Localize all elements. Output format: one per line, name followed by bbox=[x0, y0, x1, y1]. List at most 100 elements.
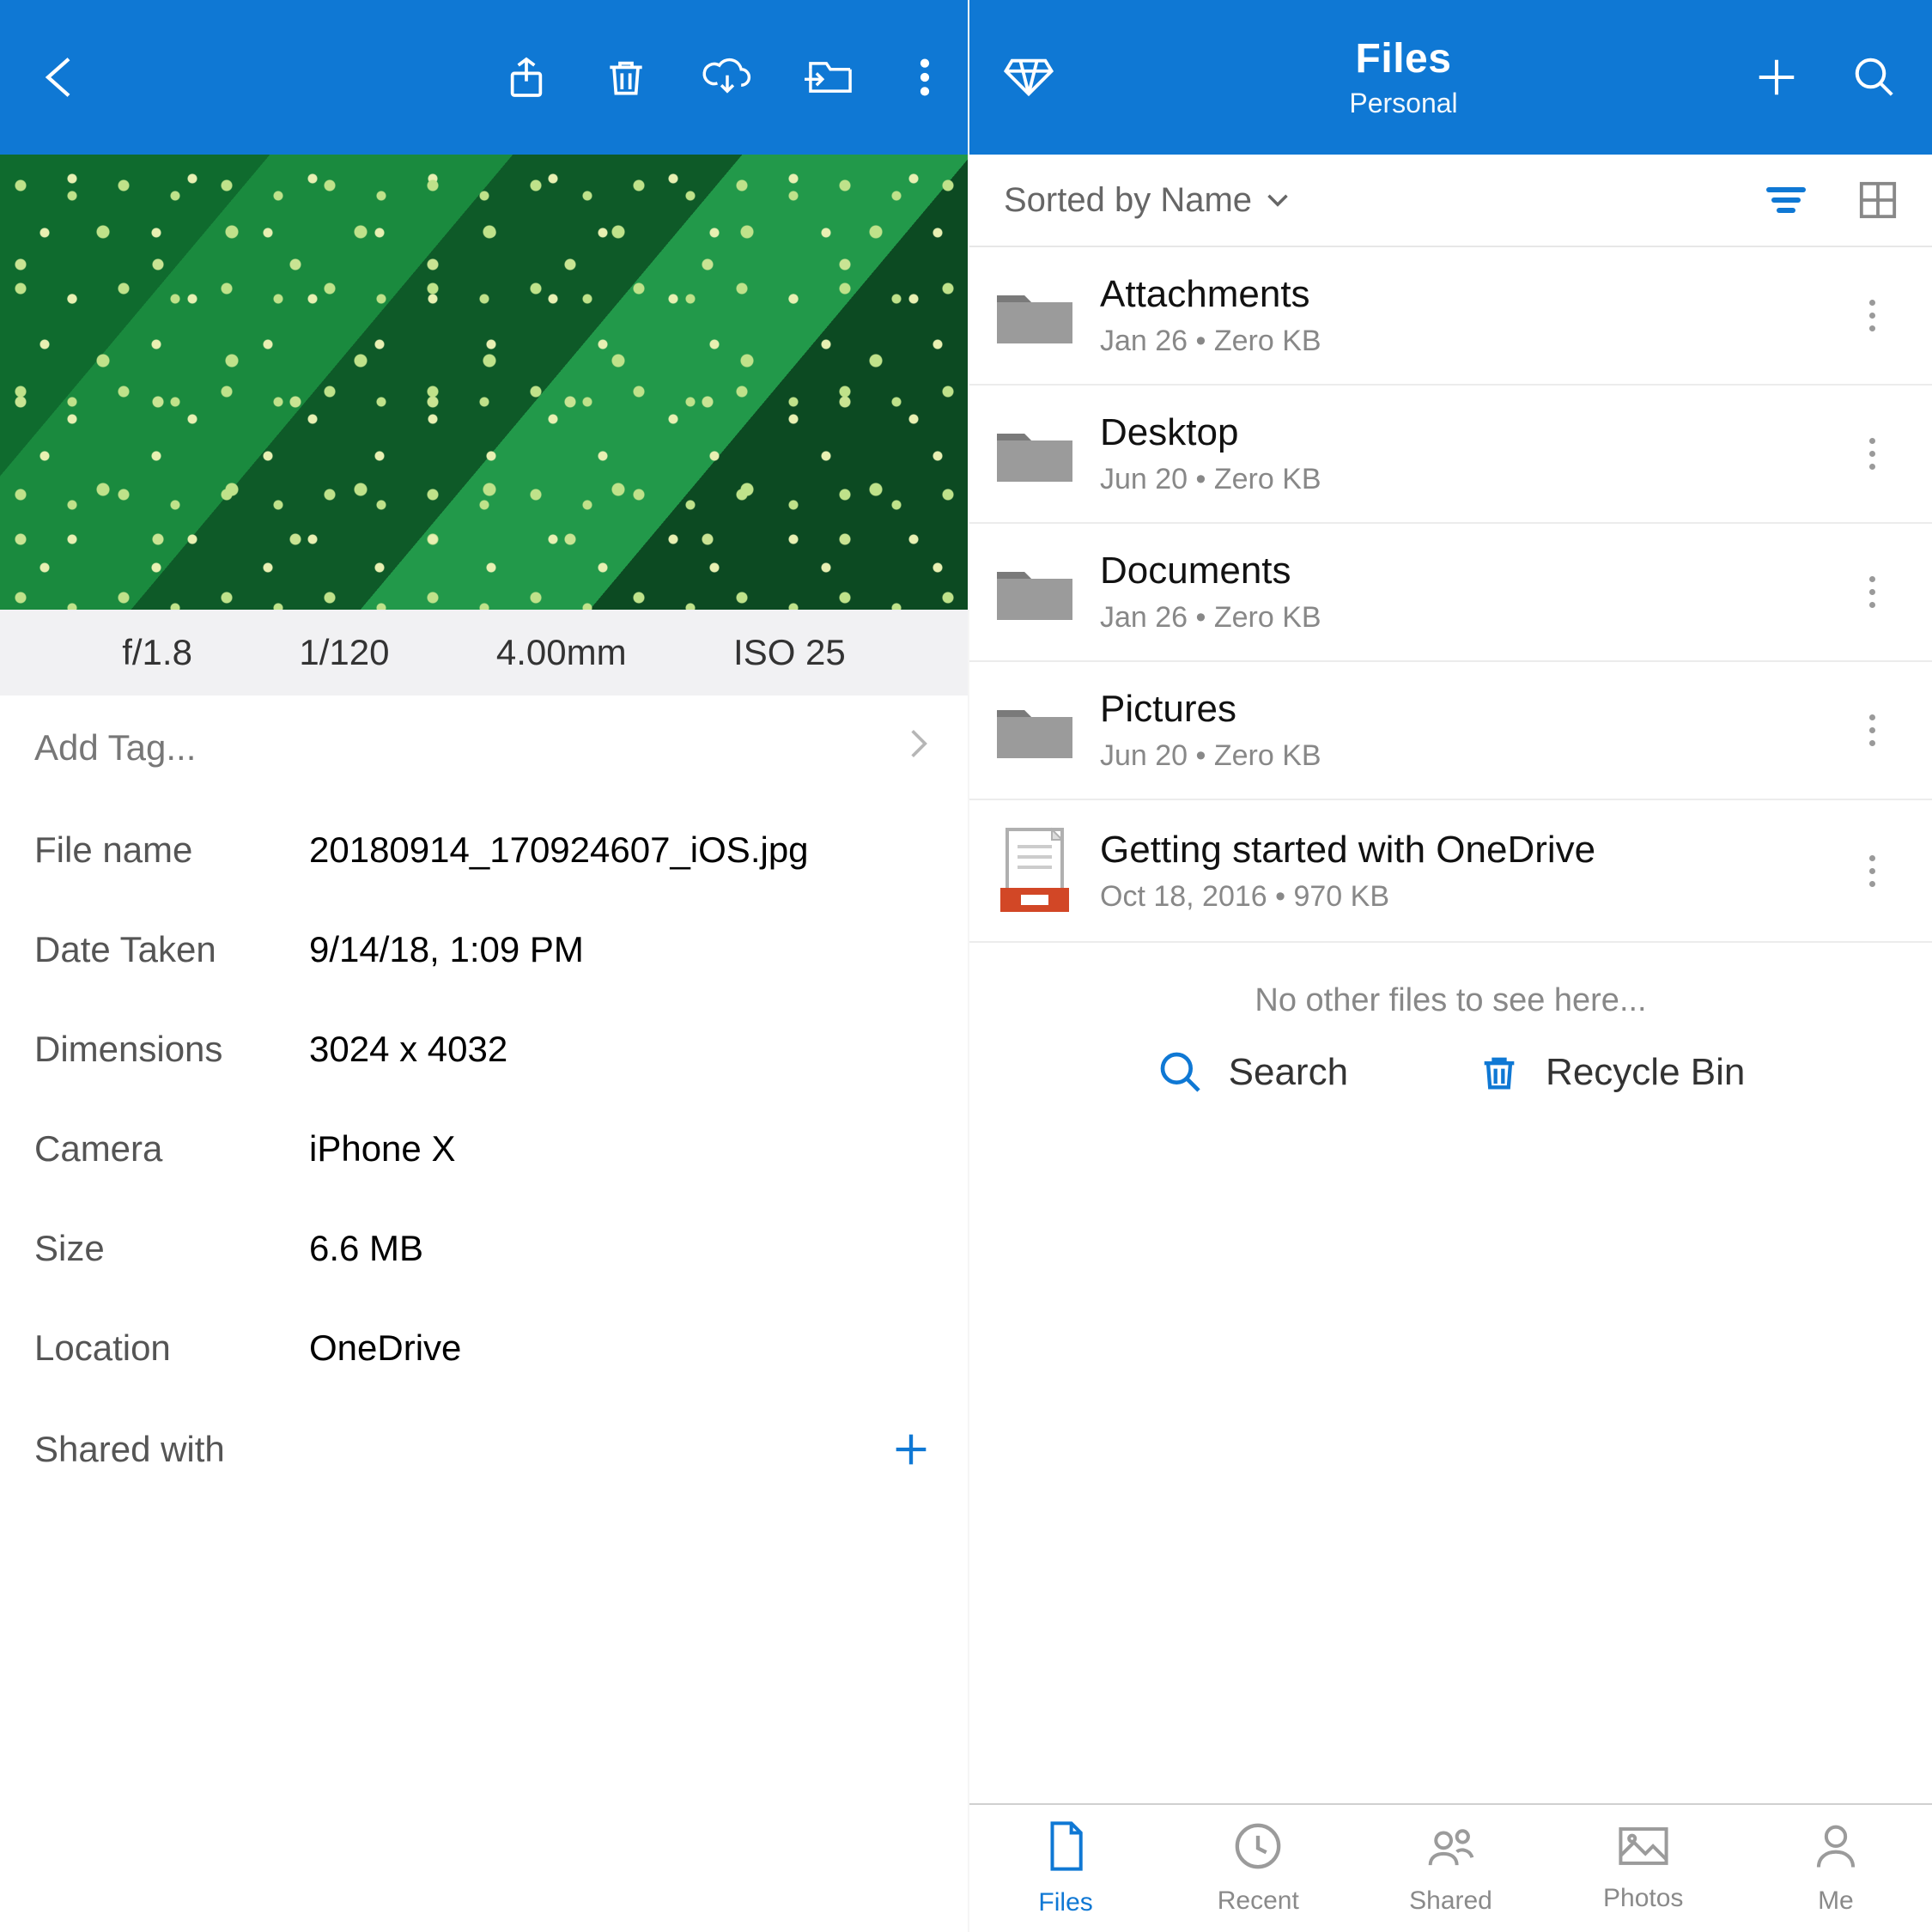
empty-note: No other files to see here... bbox=[969, 982, 1932, 1019]
tab-shared[interactable]: Shared bbox=[1354, 1805, 1546, 1932]
camera-value: iPhone X bbox=[309, 1128, 455, 1170]
folder-icon bbox=[980, 282, 1090, 350]
folder-icon bbox=[980, 420, 1090, 489]
search-icon[interactable] bbox=[1851, 54, 1898, 100]
recycle-bin-action[interactable]: Recycle Bin bbox=[1477, 1048, 1745, 1097]
date-taken-value: 9/14/18, 1:09 PM bbox=[309, 929, 584, 970]
file-row[interactable]: Documents Jan 26 • Zero KB bbox=[969, 524, 1932, 662]
me-tab-icon bbox=[1813, 1821, 1859, 1878]
left-topbar bbox=[0, 0, 968, 155]
row-file-name: File name 20180914_170924607_iOS.jpg bbox=[0, 800, 968, 900]
recent-tab-icon bbox=[1233, 1821, 1283, 1878]
row-dimensions: Dimensions 3024 x 4032 bbox=[0, 999, 968, 1099]
more-options-icon[interactable] bbox=[1846, 438, 1898, 470]
exif-bar: f/1.8 1/120 4.00mm ISO 25 bbox=[0, 610, 968, 696]
location-label: Location bbox=[34, 1327, 309, 1369]
files-panel: Files Personal Sorted by Name bbox=[968, 0, 1932, 1932]
add-tag-label: Add Tag... bbox=[34, 727, 196, 769]
tab-photos[interactable]: Photos bbox=[1547, 1805, 1740, 1932]
search-icon bbox=[1157, 1048, 1205, 1097]
file-info: Documents Jan 26 • Zero KB bbox=[1090, 550, 1846, 635]
tab-files[interactable]: Files bbox=[969, 1805, 1162, 1932]
camera-label: Camera bbox=[34, 1128, 309, 1170]
more-options-icon[interactable] bbox=[1846, 576, 1898, 608]
file-info: DesktopJun 20 • Zero KB bbox=[1090, 411, 1846, 496]
row-shared-with: Shared with bbox=[0, 1398, 968, 1501]
row-camera: Camera iPhone X bbox=[0, 1099, 968, 1199]
dimensions-label: Dimensions bbox=[34, 1029, 309, 1070]
file-info: Attachments Jan 26 • Zero KB bbox=[1090, 273, 1846, 358]
more-options-icon[interactable] bbox=[1846, 300, 1898, 331]
file-name: Attachments bbox=[1100, 273, 1846, 316]
file-meta: Jan 26 • Zero KB bbox=[1100, 601, 1846, 635]
photos-tab-icon bbox=[1617, 1824, 1670, 1875]
overflow-icon[interactable] bbox=[908, 53, 942, 101]
right-topbar: Files Personal bbox=[969, 0, 1932, 155]
tab-label: Recent bbox=[1218, 1886, 1299, 1916]
file-info: Getting started with OneDrive Oct 18, 201… bbox=[1090, 829, 1846, 914]
file-info: Pictures Jun 20 • Zero KB bbox=[1090, 688, 1846, 773]
exif-aperture: f/1.8 bbox=[122, 632, 192, 673]
tab-label: Shared bbox=[1409, 1886, 1492, 1916]
search-action-label: Search bbox=[1229, 1051, 1348, 1094]
header-title: Files bbox=[1349, 35, 1457, 82]
file-meta: Jun 20 • Zero KB bbox=[1100, 739, 1846, 773]
size-value: 6.6 MB bbox=[309, 1228, 423, 1269]
chevron-down-icon bbox=[1266, 191, 1290, 210]
file-name-value: 20180914_170924607_iOS.jpg bbox=[309, 829, 809, 871]
chevron-right-icon bbox=[904, 725, 933, 771]
tab-me[interactable]: Me bbox=[1740, 1805, 1932, 1932]
sort-label: Sorted by Name bbox=[1004, 181, 1252, 220]
exif-focal: 4.00mm bbox=[496, 632, 627, 673]
photo-details-panel: f/1.8 1/120 4.00mm ISO 25 Add Tag... Fil… bbox=[0, 0, 968, 1932]
row-date-taken: Date Taken 9/14/18, 1:09 PM bbox=[0, 900, 968, 999]
row-location: Location OneDrive bbox=[0, 1298, 968, 1398]
files-tab-icon bbox=[1042, 1820, 1089, 1880]
grid-view-icon[interactable] bbox=[1858, 180, 1898, 220]
trash-icon[interactable] bbox=[602, 53, 650, 101]
folder-icon bbox=[980, 696, 1090, 765]
more-options-icon[interactable] bbox=[1846, 855, 1898, 887]
shared-tab-icon bbox=[1425, 1821, 1478, 1878]
file-meta: Jun 20 • Zero KB bbox=[1100, 463, 1846, 496]
move-to-folder-icon[interactable] bbox=[805, 53, 856, 101]
photo-preview[interactable] bbox=[0, 155, 968, 610]
file-meta: Jan 26 • Zero KB bbox=[1100, 325, 1846, 358]
file-list: Attachments Jan 26 • Zero KB DesktopJun 20… bbox=[969, 247, 1932, 943]
add-share-icon[interactable] bbox=[889, 1427, 933, 1472]
location-value: OneDrive bbox=[309, 1327, 461, 1369]
exif-iso: ISO 25 bbox=[733, 632, 846, 673]
file-meta: Oct 18, 2016 • 970 KB bbox=[1100, 880, 1846, 914]
back-icon[interactable] bbox=[34, 50, 89, 105]
quick-actions: Search Recycle Bin bbox=[969, 1048, 1932, 1097]
premium-diamond-icon[interactable] bbox=[1004, 52, 1054, 102]
file-row[interactable]: Pictures Jun 20 • Zero KB bbox=[969, 662, 1932, 800]
shared-with-label: Shared with bbox=[34, 1429, 225, 1470]
file-row[interactable]: Getting started with OneDrive Oct 18, 201… bbox=[969, 800, 1932, 943]
recycle-bin-icon bbox=[1477, 1048, 1522, 1097]
tab-label: Photos bbox=[1603, 1884, 1683, 1913]
header-subtitle: Personal bbox=[1349, 88, 1457, 119]
header-title-stack: Files Personal bbox=[1349, 35, 1457, 119]
row-size: Size 6.6 MB bbox=[0, 1199, 968, 1298]
search-action[interactable]: Search bbox=[1157, 1048, 1348, 1097]
add-icon[interactable] bbox=[1753, 54, 1800, 100]
more-options-icon[interactable] bbox=[1846, 714, 1898, 746]
date-taken-label: Date Taken bbox=[34, 929, 309, 970]
add-tag-row[interactable]: Add Tag... bbox=[0, 696, 968, 800]
file-row[interactable]: DesktopJun 20 • Zero KB bbox=[969, 386, 1932, 524]
tab-label: Me bbox=[1818, 1886, 1854, 1916]
sort-button[interactable]: Sorted by Name bbox=[1004, 181, 1290, 220]
exif-shutter: 1/120 bbox=[299, 632, 389, 673]
filter-icon[interactable] bbox=[1765, 183, 1807, 217]
file-name: Getting started with OneDrive bbox=[1100, 829, 1846, 872]
file-name: Pictures bbox=[1100, 688, 1846, 731]
file-name-label: File name bbox=[34, 829, 309, 871]
dimensions-value: 3024 x 4032 bbox=[309, 1029, 507, 1070]
file-name: Documents bbox=[1100, 550, 1846, 592]
share-icon[interactable] bbox=[502, 53, 550, 101]
file-row[interactable]: Attachments Jan 26 • Zero KB bbox=[969, 247, 1932, 386]
cloud-download-icon[interactable] bbox=[702, 53, 753, 101]
tab-recent[interactable]: Recent bbox=[1162, 1805, 1354, 1932]
tab-bar: Files Recent Shared Photos Me bbox=[969, 1803, 1932, 1932]
